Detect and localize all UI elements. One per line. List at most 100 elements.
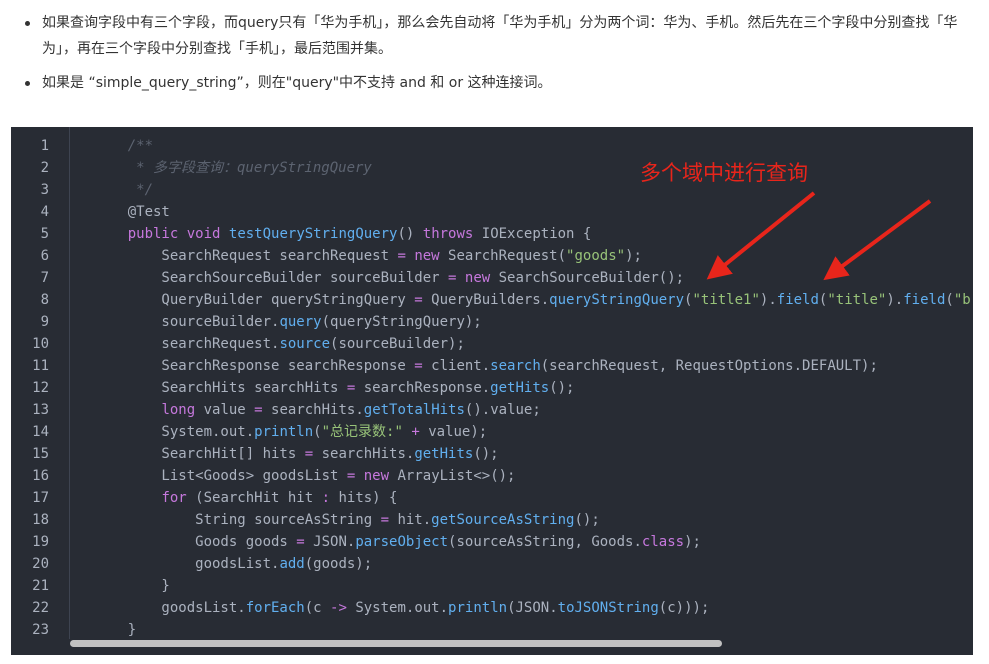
code-line: * 多字段查询：queryStringQuery — [94, 157, 973, 179]
code-token: hit. — [389, 512, 432, 528]
code-token: = — [380, 512, 390, 528]
code-token: public — [127, 226, 179, 242]
code-token: List<Goods> goodsList — [94, 468, 347, 484]
code-line: String sourceAsString = hit.getSourceAsS… — [94, 509, 973, 531]
code-token: searchHits. — [313, 446, 415, 462]
code-line: @Test — [94, 201, 973, 223]
code-token: (JSON. — [507, 600, 558, 616]
code-token: (); — [574, 512, 600, 528]
code-line: Goods goods = JSON.parseObject(sourceAsS… — [94, 531, 973, 553]
code-line: public void testQueryStringQuery() throw… — [94, 223, 973, 245]
line-number: 22 — [32, 600, 49, 616]
line-number: 20 — [32, 556, 49, 572]
code-line: /** — [94, 135, 973, 157]
code-token: = — [414, 292, 423, 308]
code-token: client. — [422, 358, 491, 374]
line-number: 23 — [32, 622, 49, 638]
code-token: long — [161, 402, 196, 418]
annotation-label: 多个域中进行查询 — [640, 161, 808, 185]
code-token: source — [279, 336, 331, 352]
line-number: 16 — [32, 468, 49, 484]
code-line: sourceBuilder.query(queryStringQuery); — [94, 311, 973, 333]
code-token: goodsList. — [94, 556, 280, 572]
code-token: System.out. — [346, 600, 449, 616]
bullet-list: 如果查询字段中有三个字段，而query只有「华为手机」，那么会先自动将「华为手机… — [0, 10, 989, 104]
bullet-item: 如果是 “simple_query_string”，则在"query"中不支持 … — [0, 70, 989, 96]
line-number: 19 — [32, 534, 49, 550]
code-token: QueryBuilders. — [422, 292, 550, 308]
line-number: 11 — [32, 358, 49, 374]
code-token: searchHits. — [262, 402, 364, 418]
code-token: IOException { — [473, 226, 592, 242]
line-number: 7 — [40, 270, 49, 286]
code-line: QueryBuilder queryStringQuery = QueryBui… — [94, 289, 973, 311]
code-line: SearchResponse searchResponse = client.s… — [94, 355, 973, 377]
code-token: : — [321, 490, 331, 506]
code-token: throws — [422, 226, 474, 242]
code-token: search — [490, 358, 541, 374]
code-token: JSON. — [304, 534, 356, 550]
code-token: "goods" — [566, 248, 626, 264]
line-number: 6 — [40, 248, 49, 264]
code-token: SearchSourceBuilder sourceBuilder — [94, 270, 449, 286]
code-token: println — [448, 600, 508, 616]
code-token: (SearchHit hit — [186, 490, 322, 506]
code-token: = — [414, 358, 423, 374]
code-token: QueryBuilder queryStringQuery — [94, 292, 415, 308]
code-token: query — [279, 314, 322, 330]
code-token: add — [279, 556, 305, 572]
code-lines[interactable]: /** * 多字段查询：queryStringQuery */ @Test pu… — [94, 135, 973, 641]
code-token: */ — [94, 182, 154, 198]
code-token: "title1" — [692, 292, 760, 308]
code-token: getSourceAsString — [431, 512, 575, 528]
bullet-dot-icon — [25, 81, 30, 86]
code-token: hits) { — [330, 490, 398, 506]
code-token: = — [254, 402, 263, 418]
line-number: 10 — [32, 336, 49, 352]
bullet-item: 如果查询字段中有三个字段，而query只有「华为手机」，那么会先自动将「华为手机… — [0, 10, 989, 62]
code-token: ); — [625, 248, 642, 264]
code-token: (searchRequest, RequestOptions.DEFAULT); — [540, 358, 878, 374]
line-number: 2 — [40, 160, 49, 176]
code-token: ( — [313, 424, 322, 440]
line-number: 8 — [40, 292, 49, 308]
code-token: + — [411, 424, 420, 440]
code-token: value); — [419, 424, 488, 440]
horizontal-scrollbar[interactable] — [70, 640, 973, 647]
code-token: SearchRequest searchRequest — [94, 248, 398, 264]
code-token: String sourceAsString — [94, 512, 381, 528]
code-line: SearchHit[] hits = searchHits.getHits(); — [94, 443, 973, 465]
scrollbar-thumb[interactable] — [70, 640, 722, 647]
code-token: (sourceBuilder); — [330, 336, 465, 352]
code-line: */ — [94, 179, 973, 201]
code-line: SearchHits searchHits = searchResponse.g… — [94, 377, 973, 399]
code-token: () — [397, 226, 423, 242]
code-token: new — [414, 248, 440, 264]
code-line: for (SearchHit hit : hits) { — [94, 487, 973, 509]
code-block[interactable]: 1 2 3 4 5 6 7 8 9 10 11 12 13 14 15 16 17 18 19 20 21 22 23 /*… — [11, 127, 973, 655]
code-token: (goods); — [304, 556, 373, 572]
line-number: 21 — [32, 578, 49, 594]
code-token: (queryStringQuery); — [321, 314, 482, 330]
code-token: field — [903, 292, 946, 308]
code-line: SearchRequest searchRequest = new Search… — [94, 245, 973, 267]
code-token: ); — [684, 534, 701, 550]
code-token: new — [363, 468, 390, 484]
code-token: searchResponse. — [355, 380, 491, 396]
code-line: long value = searchHits.getTotalHits().v… — [94, 399, 973, 421]
code-token: /** — [94, 138, 154, 154]
code-token: parseObject — [355, 534, 449, 550]
line-number: 15 — [32, 446, 49, 462]
code-token: SearchHit[] hits — [94, 446, 305, 462]
line-number: 4 — [40, 204, 49, 220]
code-token: } — [94, 622, 137, 638]
code-token: (sourceAsString, Goods. — [448, 534, 642, 550]
code-line: System.out.println("总记录数:" + value); — [94, 421, 973, 443]
bullet-text: 如果查询字段中有三个字段，而query只有「华为手机」，那么会先自动将「华为手机… — [42, 15, 958, 57]
bullet-dot-icon — [25, 21, 30, 26]
code-token: searchRequest. — [94, 336, 280, 352]
